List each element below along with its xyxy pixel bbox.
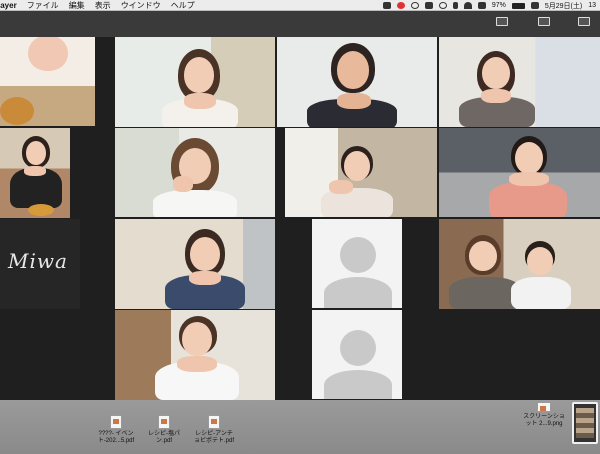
- avatar-placeholder-icon: [340, 237, 376, 273]
- video-grid: Miwa: [0, 37, 600, 400]
- file-name-line2: ット 2...9.png: [525, 421, 563, 427]
- participant-video: [153, 138, 237, 217]
- png-file-icon: [537, 402, 551, 412]
- video-tile[interactable]: [439, 219, 600, 309]
- wifi-icon[interactable]: [463, 2, 472, 9]
- participant-video: [8, 37, 88, 81]
- video-tile[interactable]: [115, 310, 275, 400]
- video-tile[interactable]: [115, 219, 275, 309]
- app-menu[interactable]: layer: [0, 1, 17, 10]
- participant-video: [321, 146, 393, 217]
- video-tile[interactable]: [285, 128, 437, 217]
- screenshot-preview-image: [576, 408, 594, 438]
- desktop-area: ????- イベン ト-202...5.pdf レシピ-塩パ ン.pdf レシピ…: [0, 400, 600, 454]
- desktop-top-strip: [0, 11, 600, 37]
- menu-edit[interactable]: 編集: [69, 0, 85, 11]
- video-tile[interactable]: [115, 37, 275, 127]
- cloud-icon[interactable]: [410, 2, 419, 9]
- participant-name: Miwa: [8, 249, 68, 273]
- input-source-icon[interactable]: [530, 2, 539, 9]
- bluetooth-icon[interactable]: [452, 2, 458, 9]
- battery-percent: 97%: [491, 2, 506, 9]
- participant-video: [165, 229, 245, 309]
- participant-placeholder-tile[interactable]: [312, 310, 402, 399]
- video-tile[interactable]: [439, 37, 600, 127]
- participant-name-tile[interactable]: Miwa: [0, 219, 80, 309]
- status-tray: 97% 5月29日(土) 13: [382, 0, 596, 11]
- time-machine-icon[interactable]: [438, 2, 447, 9]
- video-tile[interactable]: [277, 37, 437, 127]
- participant-video-child: [511, 241, 571, 309]
- file-name-line2: ョビポテト.pdf: [193, 438, 234, 444]
- participant-video: [459, 51, 535, 127]
- avatar-placeholder-body: [324, 370, 392, 399]
- food-dish: [28, 204, 54, 216]
- video-tile[interactable]: [115, 128, 275, 217]
- pdf-file-icon: [158, 415, 170, 429]
- screenshot-preview-thumbnail[interactable]: [572, 402, 598, 444]
- menu-window[interactable]: ウインドウ: [121, 0, 161, 11]
- screen-icon[interactable]: [382, 2, 391, 9]
- menu-file[interactable]: ファイル: [27, 0, 59, 11]
- menu-view[interactable]: 表示: [95, 0, 111, 11]
- video-tile[interactable]: [0, 37, 95, 126]
- desktop-file-icon[interactable]: [578, 17, 590, 26]
- pdf-file-icon: [208, 415, 220, 429]
- participant-video: [307, 43, 397, 127]
- record-icon[interactable]: [396, 2, 405, 9]
- participant-placeholder-tile[interactable]: [312, 219, 402, 308]
- avatar-placeholder-body: [324, 277, 392, 308]
- airplay-icon[interactable]: [477, 2, 486, 9]
- dropbox-icon[interactable]: [424, 2, 433, 9]
- video-tile[interactable]: [439, 128, 600, 217]
- date-label[interactable]: 5月29日(土): [545, 1, 582, 11]
- participant-video: [155, 316, 239, 400]
- desktop-file-icon[interactable]: [538, 17, 550, 26]
- menu-bar: layer ファイル 編集 表示 ウインドウ ヘルプ 97% 5月29日(土) …: [0, 0, 600, 11]
- video-tile[interactable]: [0, 128, 70, 218]
- file-name-line1: スクリーンショ: [523, 414, 565, 420]
- desktop-file[interactable]: スクリーンショ ット 2...9.png: [514, 402, 574, 428]
- food-dish: [0, 97, 34, 125]
- time-label[interactable]: 13: [588, 2, 596, 9]
- desktop-file[interactable]: レシピ-アンチ ョビポテト.pdf: [184, 415, 244, 445]
- menu-help[interactable]: ヘルプ: [171, 0, 195, 11]
- file-name-line1: レシピ-アンチ: [195, 431, 233, 437]
- desktop-file-icon[interactable]: [496, 17, 508, 26]
- participant-video: [487, 136, 569, 217]
- pdf-file-icon: [110, 415, 122, 429]
- participant-video: [160, 49, 240, 127]
- avatar-placeholder-icon: [340, 330, 376, 366]
- battery-icon[interactable]: [511, 2, 525, 9]
